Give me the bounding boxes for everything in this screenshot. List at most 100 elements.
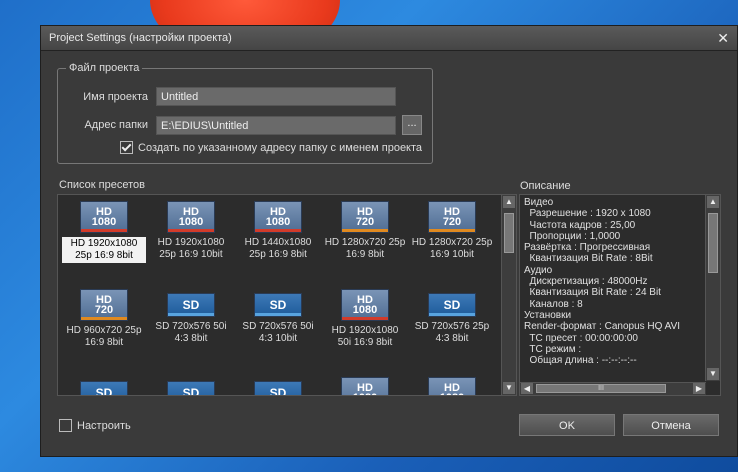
badge-stripe [168, 229, 214, 232]
scroll-down-icon[interactable]: ▼ [707, 368, 719, 380]
preset-caption: HD 1920x1080 25p 16:9 10bit [149, 237, 233, 261]
preset-tile[interactable]: HD 1080 HD 1440x1080 25p 16:9 8bit [236, 201, 320, 261]
description-hscrollbar[interactable]: ◀ III ▶ [520, 382, 706, 395]
description-label: Описание [520, 180, 571, 192]
folder-row: Адрес папки E:\EDIUS\Untitled ... [58, 115, 422, 135]
badge-top-text: SD [443, 298, 461, 312]
hd-badge-icon: HD 720 [428, 201, 476, 233]
scroll-thumb[interactable] [708, 213, 718, 273]
folder-label: Адрес папки [84, 119, 148, 131]
preset-caption-line: 50i 16:9 8bit [337, 337, 393, 348]
scroll-down-icon[interactable]: ▼ [503, 382, 515, 394]
close-icon[interactable]: ✕ [717, 30, 729, 47]
project-settings-dialog: Project Settings (настройки проекта) ✕ Ф… [40, 25, 738, 457]
preset-caption-line: HD 960x720 25p [66, 325, 142, 336]
presets-label: Список пресетов [59, 179, 145, 191]
scroll-thumb[interactable] [504, 213, 514, 253]
hd-badge-icon: HD1080 [428, 377, 476, 395]
preset-tile[interactable]: SD SD 720x576 25p 4:3 8bit [410, 289, 494, 345]
presets-list[interactable]: HD 1080 HD 1920x1080 25p 16:9 8bit HD 1080 HD … [57, 194, 517, 396]
preset-caption: SD 720x576 50i 4:3 8bit [149, 321, 233, 345]
window-title: Project Settings (настройки проекта) [49, 32, 232, 44]
create-folder-row: Создать по указанному адресу папку с име… [120, 141, 422, 154]
hd-badge-icon: HD1080 [341, 377, 389, 396]
title-bar: Project Settings (настройки проекта) ✕ [41, 26, 737, 51]
preset-tile[interactable]: SD SD 720x576 50i 4:3 8bit [149, 289, 233, 345]
preset-caption-line: 4:3 8bit [435, 333, 469, 344]
sd-badge-icon: SD [167, 381, 215, 395]
badge-top-text: SD [182, 298, 200, 312]
preset-tile[interactable]: SD SD 720x576 50i 4:3 10bit [236, 289, 320, 345]
preset-tile[interactable]: HD 720 HD 960x720 25p 16:9 8bit [62, 289, 146, 349]
project-name-input[interactable]: Untitled [156, 87, 396, 106]
preset-caption-line: 25p 16:9 8bit [75, 250, 133, 261]
description-line: Частота кадров : 25,00 [524, 219, 636, 231]
sd-badge-icon: SD [428, 293, 476, 317]
create-folder-checkbox[interactable] [120, 141, 133, 154]
badge-bottom-text: 1080 [353, 393, 377, 396]
preset-caption: SD 720x576 25p 4:3 8bit [410, 321, 494, 345]
badge-stripe [81, 317, 127, 320]
sd-badge-icon: SD [254, 293, 302, 317]
badge-stripe [255, 229, 301, 232]
preset-caption-line: HD 1280x720 25p [411, 237, 493, 248]
description-line: Аудио [524, 264, 553, 276]
preset-tile[interactable]: HD 1080 HD 1920x1080 25p 16:9 10bit [149, 201, 233, 261]
customize-checkbox[interactable] [59, 419, 72, 432]
preset-caption-line: SD 720x576 25p [414, 321, 490, 332]
badge-top-text: SD [269, 298, 287, 312]
scroll-right-icon[interactable]: ▶ [693, 383, 705, 394]
preset-caption-line: 16:9 10bit [430, 249, 474, 260]
description-line: Видео [524, 197, 554, 208]
badge-bottom-text: 720 [355, 216, 375, 228]
preset-tile[interactable]: SD [236, 377, 320, 395]
preset-caption-line: HD 1920x1080 [157, 237, 225, 248]
folder-path-input[interactable]: E:\EDIUS\Untitled [156, 115, 396, 135]
preset-caption-line: HD 1920x1080 [331, 325, 399, 336]
presets-scrollbar[interactable]: ▲ ▼ [501, 195, 516, 395]
preset-tile[interactable]: HD 720 HD 1280x720 25p 16:9 8bit [323, 201, 407, 261]
preset-caption-line: HD 1280x720 25p [324, 237, 406, 248]
badge-bottom-text: 1080 [352, 304, 378, 316]
badge-top-text: SD [95, 386, 113, 396]
preset-tile[interactable]: SD [149, 377, 233, 395]
sd-badge-icon: SD [254, 381, 302, 395]
description-line: Дискретизация : 48000Hz [524, 276, 648, 288]
scroll-left-icon[interactable]: ◀ [521, 383, 533, 394]
badge-stripe [429, 313, 475, 316]
preset-caption: HD 1440x1080 25p 16:9 8bit [236, 237, 320, 261]
description-line: Развёртка : Прогрессивная [524, 242, 651, 254]
badge-stripe [342, 317, 388, 320]
badge-stripe [429, 229, 475, 232]
description-line: Общая длина : --:--:--:-- [524, 355, 637, 367]
preset-tile[interactable]: HD1080 [323, 377, 407, 396]
project-file-group: Файл проекта Имя проекта Untitled Адрес … [57, 62, 433, 164]
preset-caption: SD 720x576 50i 4:3 10bit [236, 321, 320, 345]
preset-caption-line: SD 720x576 50i [155, 321, 227, 332]
preset-tile[interactable]: HD 720 HD 1280x720 25p 16:9 10bit [410, 201, 494, 261]
description-line: Квантизация Bit Rate : 24 Bit [524, 287, 661, 299]
preset-tile[interactable]: HD 1080 HD 1920x1080 50i 16:9 8bit [323, 289, 407, 349]
description-vscrollbar[interactable]: ▲ ▼ [705, 195, 720, 381]
hd-badge-icon: HD 720 [80, 289, 128, 321]
preset-tile[interactable]: HD1080 [410, 377, 494, 395]
preset-caption: HD 1920x1080 50i 16:9 8bit [323, 325, 407, 349]
scroll-up-icon[interactable]: ▲ [503, 196, 515, 208]
ok-button[interactable]: OK [519, 414, 615, 436]
preset-caption-line: 25p 16:9 10bit [159, 249, 223, 260]
sd-badge-icon: SD [80, 381, 128, 396]
preset-caption-line: HD 1440x1080 [244, 237, 312, 248]
preset-tile[interactable]: HD 1080 HD 1920x1080 25p 16:9 8bit [62, 201, 146, 263]
preset-caption: HD 1280x720 25p 16:9 8bit [323, 237, 407, 261]
preset-caption: HD 1920x1080 25p 16:9 8bit [62, 237, 146, 263]
preset-tile[interactable]: SD [62, 377, 146, 396]
hd-badge-icon: HD1080 [341, 289, 389, 321]
description-line: Разрешение : 1920 x 1080 [524, 208, 651, 220]
cancel-button[interactable]: Отмена [623, 414, 719, 436]
scroll-thumb[interactable]: III [536, 384, 666, 393]
badge-stripe [81, 229, 127, 232]
browse-folder-button[interactable]: ... [402, 115, 422, 135]
scroll-up-icon[interactable]: ▲ [707, 196, 719, 208]
sd-badge-icon: SD [167, 293, 215, 317]
description-line: Каналов : 8 [524, 298, 583, 310]
